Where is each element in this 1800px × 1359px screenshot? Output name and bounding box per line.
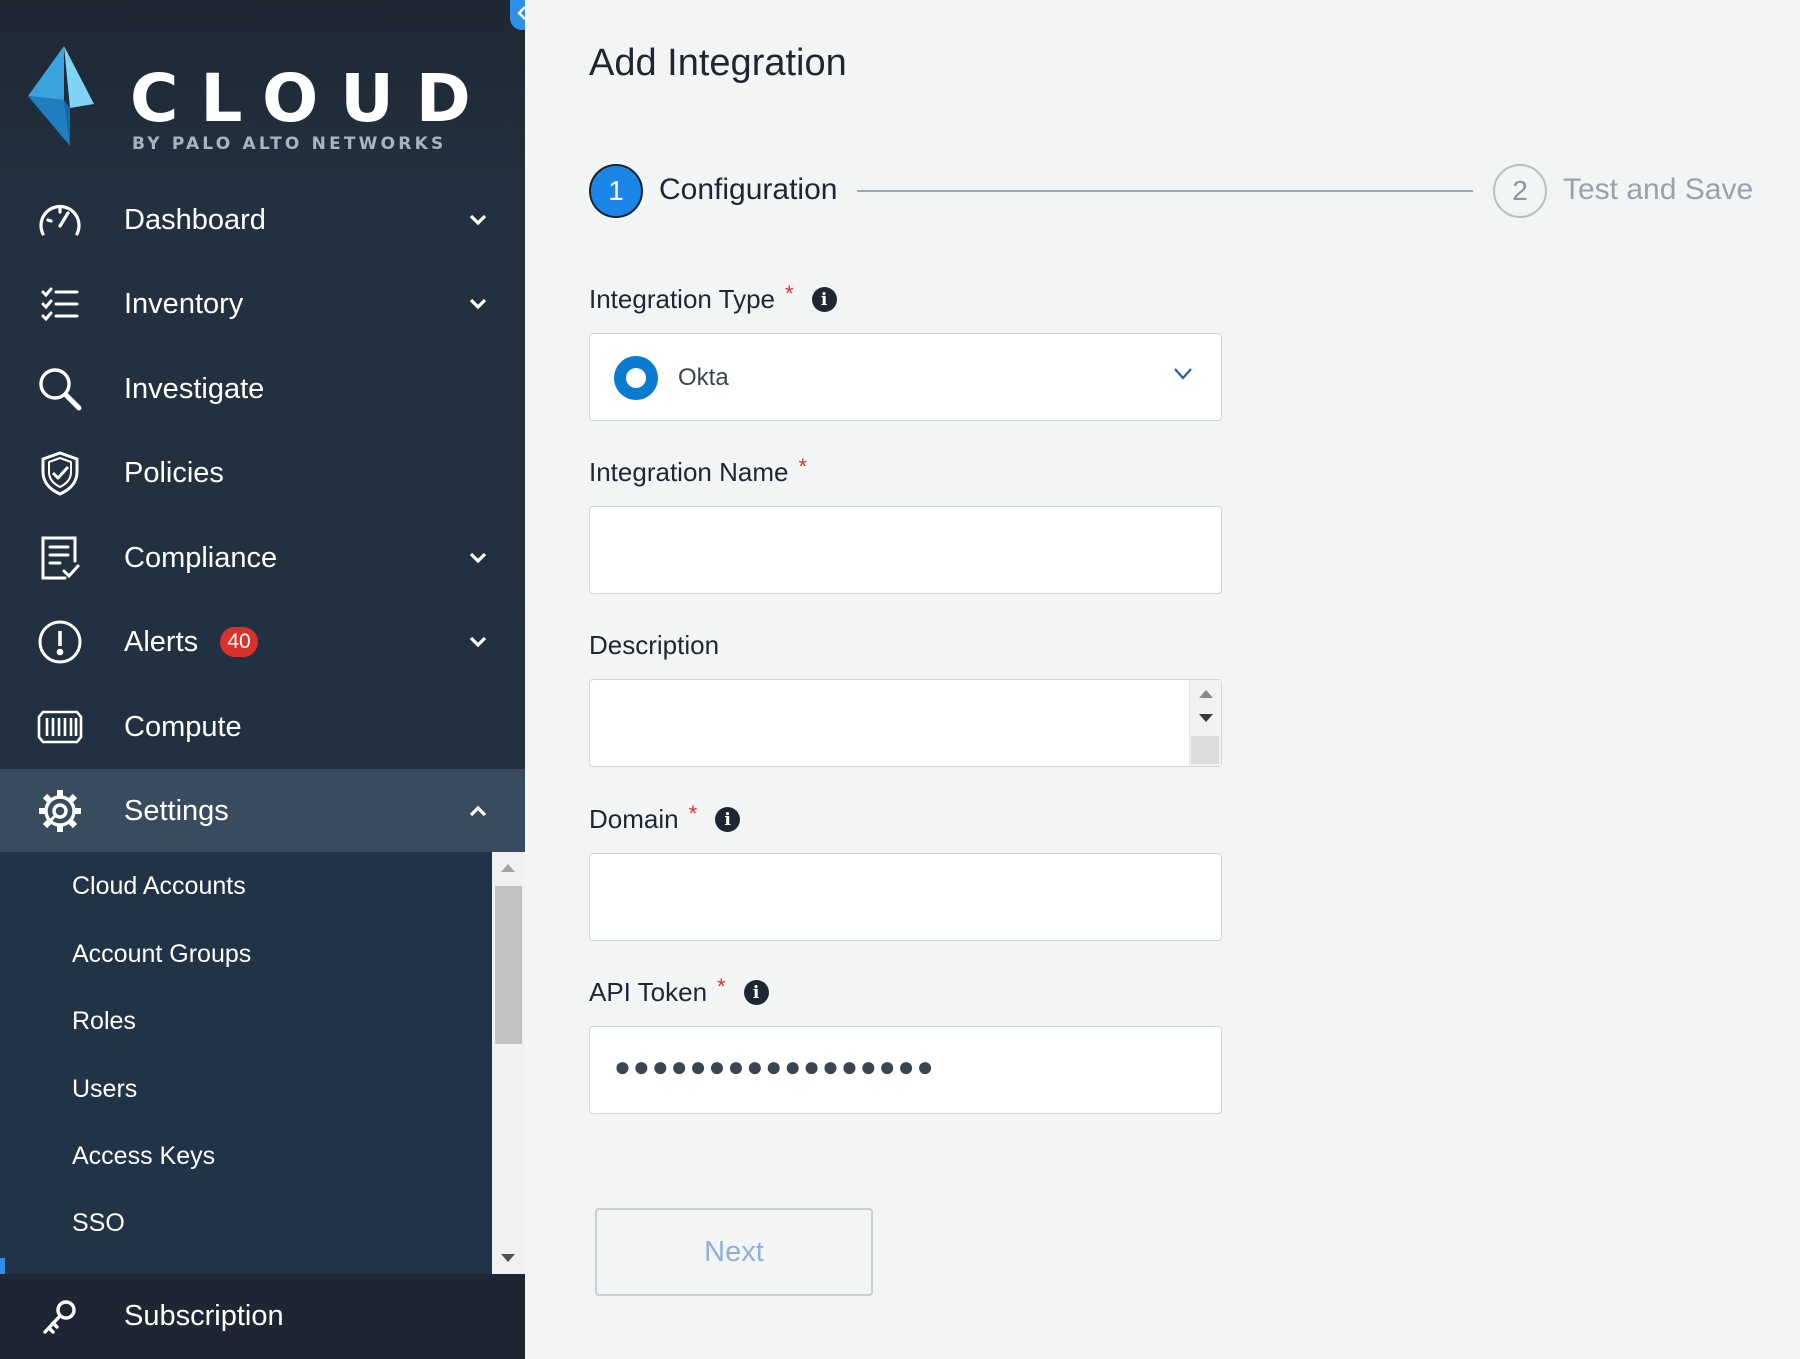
chevron-down-icon	[464, 290, 492, 318]
step-2-label: Test and Save	[1563, 173, 1754, 206]
page-title: Add Integration	[589, 42, 847, 84]
scroll-up-arrow-icon[interactable]	[1199, 690, 1213, 698]
sidebar-item-investigate[interactable]: Investigate	[0, 347, 525, 431]
logo-wordmark: CLOUD	[130, 60, 493, 137]
submenu-scrollbar[interactable]	[492, 852, 525, 1274]
sidebar-item-label: Compute	[124, 710, 242, 743]
cloud-logo[interactable]: CLOUD BY PALO ALTO NETWORKS	[28, 46, 508, 156]
sidebar-item-settings[interactable]: Settings	[0, 769, 525, 853]
sidebar-item-subscription[interactable]: Subscription	[0, 1274, 525, 1359]
sidebar-item-policies[interactable]: Policies	[0, 431, 525, 515]
submenu-item-cloud-accounts[interactable]: Cloud Accounts	[72, 872, 246, 901]
search-icon	[36, 365, 84, 413]
scrollbar-thumb[interactable]	[495, 886, 522, 1044]
sidebar-item-label: Dashboard	[124, 203, 266, 236]
submenu-item-access-keys[interactable]: Access Keys	[72, 1142, 215, 1171]
settings-submenu: Cloud Accounts Account Groups Roles User…	[0, 852, 525, 1274]
info-icon[interactable]: i	[715, 807, 741, 832]
required-marker: *	[785, 280, 794, 306]
domain-label: Domain * i	[589, 800, 741, 835]
shield-check-icon	[36, 449, 84, 497]
main-content: Add Integration 1 Configuration 2 Test a…	[525, 0, 1800, 1359]
domain-input[interactable]	[590, 854, 1221, 940]
sidebar-item-label: Settings	[124, 794, 229, 827]
prisma-logo-icon	[28, 46, 94, 146]
chevron-down-icon	[464, 544, 492, 572]
info-icon[interactable]: i	[811, 287, 837, 312]
okta-logo-icon	[614, 356, 658, 400]
alerts-count-badge: 40	[220, 627, 258, 657]
container-icon	[36, 703, 84, 751]
report-check-icon	[36, 534, 84, 582]
sidebar-item-label: Subscription	[124, 1300, 284, 1332]
field-label-text: Integration Type	[589, 284, 775, 314]
step-1-label: Configuration	[659, 173, 838, 206]
logo-tagline: BY PALO ALTO NETWORKS	[132, 134, 447, 154]
stepper-connector	[857, 190, 1473, 192]
sidebar-item-label: Policies	[124, 456, 224, 489]
integration-type-value: Okta	[678, 364, 729, 391]
chevron-left-icon	[516, 5, 525, 26]
next-button[interactable]: Next	[595, 1208, 873, 1296]
submenu-item-users[interactable]: Users	[72, 1075, 137, 1104]
key-icon	[36, 1293, 84, 1341]
sidebar-item-compute[interactable]: Compute	[0, 685, 525, 769]
sidebar-item-compliance[interactable]: Compliance	[0, 516, 525, 600]
gauge-icon	[36, 196, 84, 244]
submenu-item-account-groups[interactable]: Account Groups	[72, 940, 251, 969]
submenu-item-roles[interactable]: Roles	[72, 1007, 136, 1036]
chevron-down-icon	[1172, 366, 1194, 387]
integration-name-label: Integration Name *	[589, 453, 808, 488]
description-scrollbar[interactable]	[1189, 680, 1221, 766]
sidebar-item-dashboard[interactable]: Dashboard	[0, 178, 525, 262]
field-label-text: Description	[589, 630, 720, 660]
required-marker: *	[717, 973, 726, 999]
chevron-up-icon	[464, 797, 492, 825]
collapse-sidebar-button[interactable]	[510, 0, 525, 30]
required-marker: *	[798, 453, 808, 479]
domain-field[interactable]	[589, 853, 1222, 941]
sidebar-item-alerts[interactable]: Alerts 40	[0, 600, 525, 684]
required-marker: *	[688, 800, 698, 826]
gear-icon	[36, 787, 84, 835]
api-token-masked-value[interactable]: ●●●●●●●●●●●●●●●●●	[614, 1051, 936, 1083]
active-item-marker	[0, 1258, 5, 1274]
step-1-indicator: 1	[589, 164, 643, 218]
description-field[interactable]	[589, 679, 1222, 767]
field-label-text: API Token	[589, 977, 708, 1007]
integration-name-field[interactable]	[589, 506, 1222, 594]
chevron-down-icon	[464, 206, 492, 234]
sidebar: CLOUD BY PALO ALTO NETWORKS Dashboard In	[0, 0, 525, 1359]
sidebar-item-label: Alerts	[124, 625, 199, 658]
integration-name-input[interactable]	[590, 507, 1221, 593]
api-token-label: API Token * i	[589, 973, 769, 1008]
integration-type-label: Integration Type * i	[589, 280, 837, 315]
chevron-down-icon	[464, 628, 492, 656]
scroll-down-arrow-icon[interactable]	[501, 1254, 515, 1262]
step-2-indicator: 2	[1493, 164, 1547, 218]
sidebar-item-label: Investigate	[124, 372, 265, 405]
sidebar-item-label: Compliance	[124, 541, 278, 574]
sidebar-item-label: Inventory	[124, 287, 244, 320]
scroll-up-arrow-icon[interactable]	[501, 864, 515, 872]
api-token-field[interactable]: ●●●●●●●●●●●●●●●●●	[589, 1026, 1222, 1114]
sidebar-item-inventory[interactable]: Inventory	[0, 262, 525, 346]
stepper: 1 Configuration 2 Test and Save	[589, 164, 1779, 218]
description-label: Description	[589, 630, 719, 661]
field-label-text: Integration Name	[589, 457, 789, 487]
checklist-icon	[36, 280, 84, 328]
integration-type-select[interactable]: Okta	[589, 333, 1222, 421]
info-icon[interactable]: i	[743, 980, 769, 1005]
field-label-text: Domain	[589, 804, 679, 834]
resize-handle-icon[interactable]	[1191, 736, 1219, 764]
scroll-down-arrow-icon[interactable]	[1199, 714, 1213, 722]
alert-circle-icon	[36, 618, 84, 666]
submenu-item-sso[interactable]: SSO	[72, 1209, 125, 1238]
